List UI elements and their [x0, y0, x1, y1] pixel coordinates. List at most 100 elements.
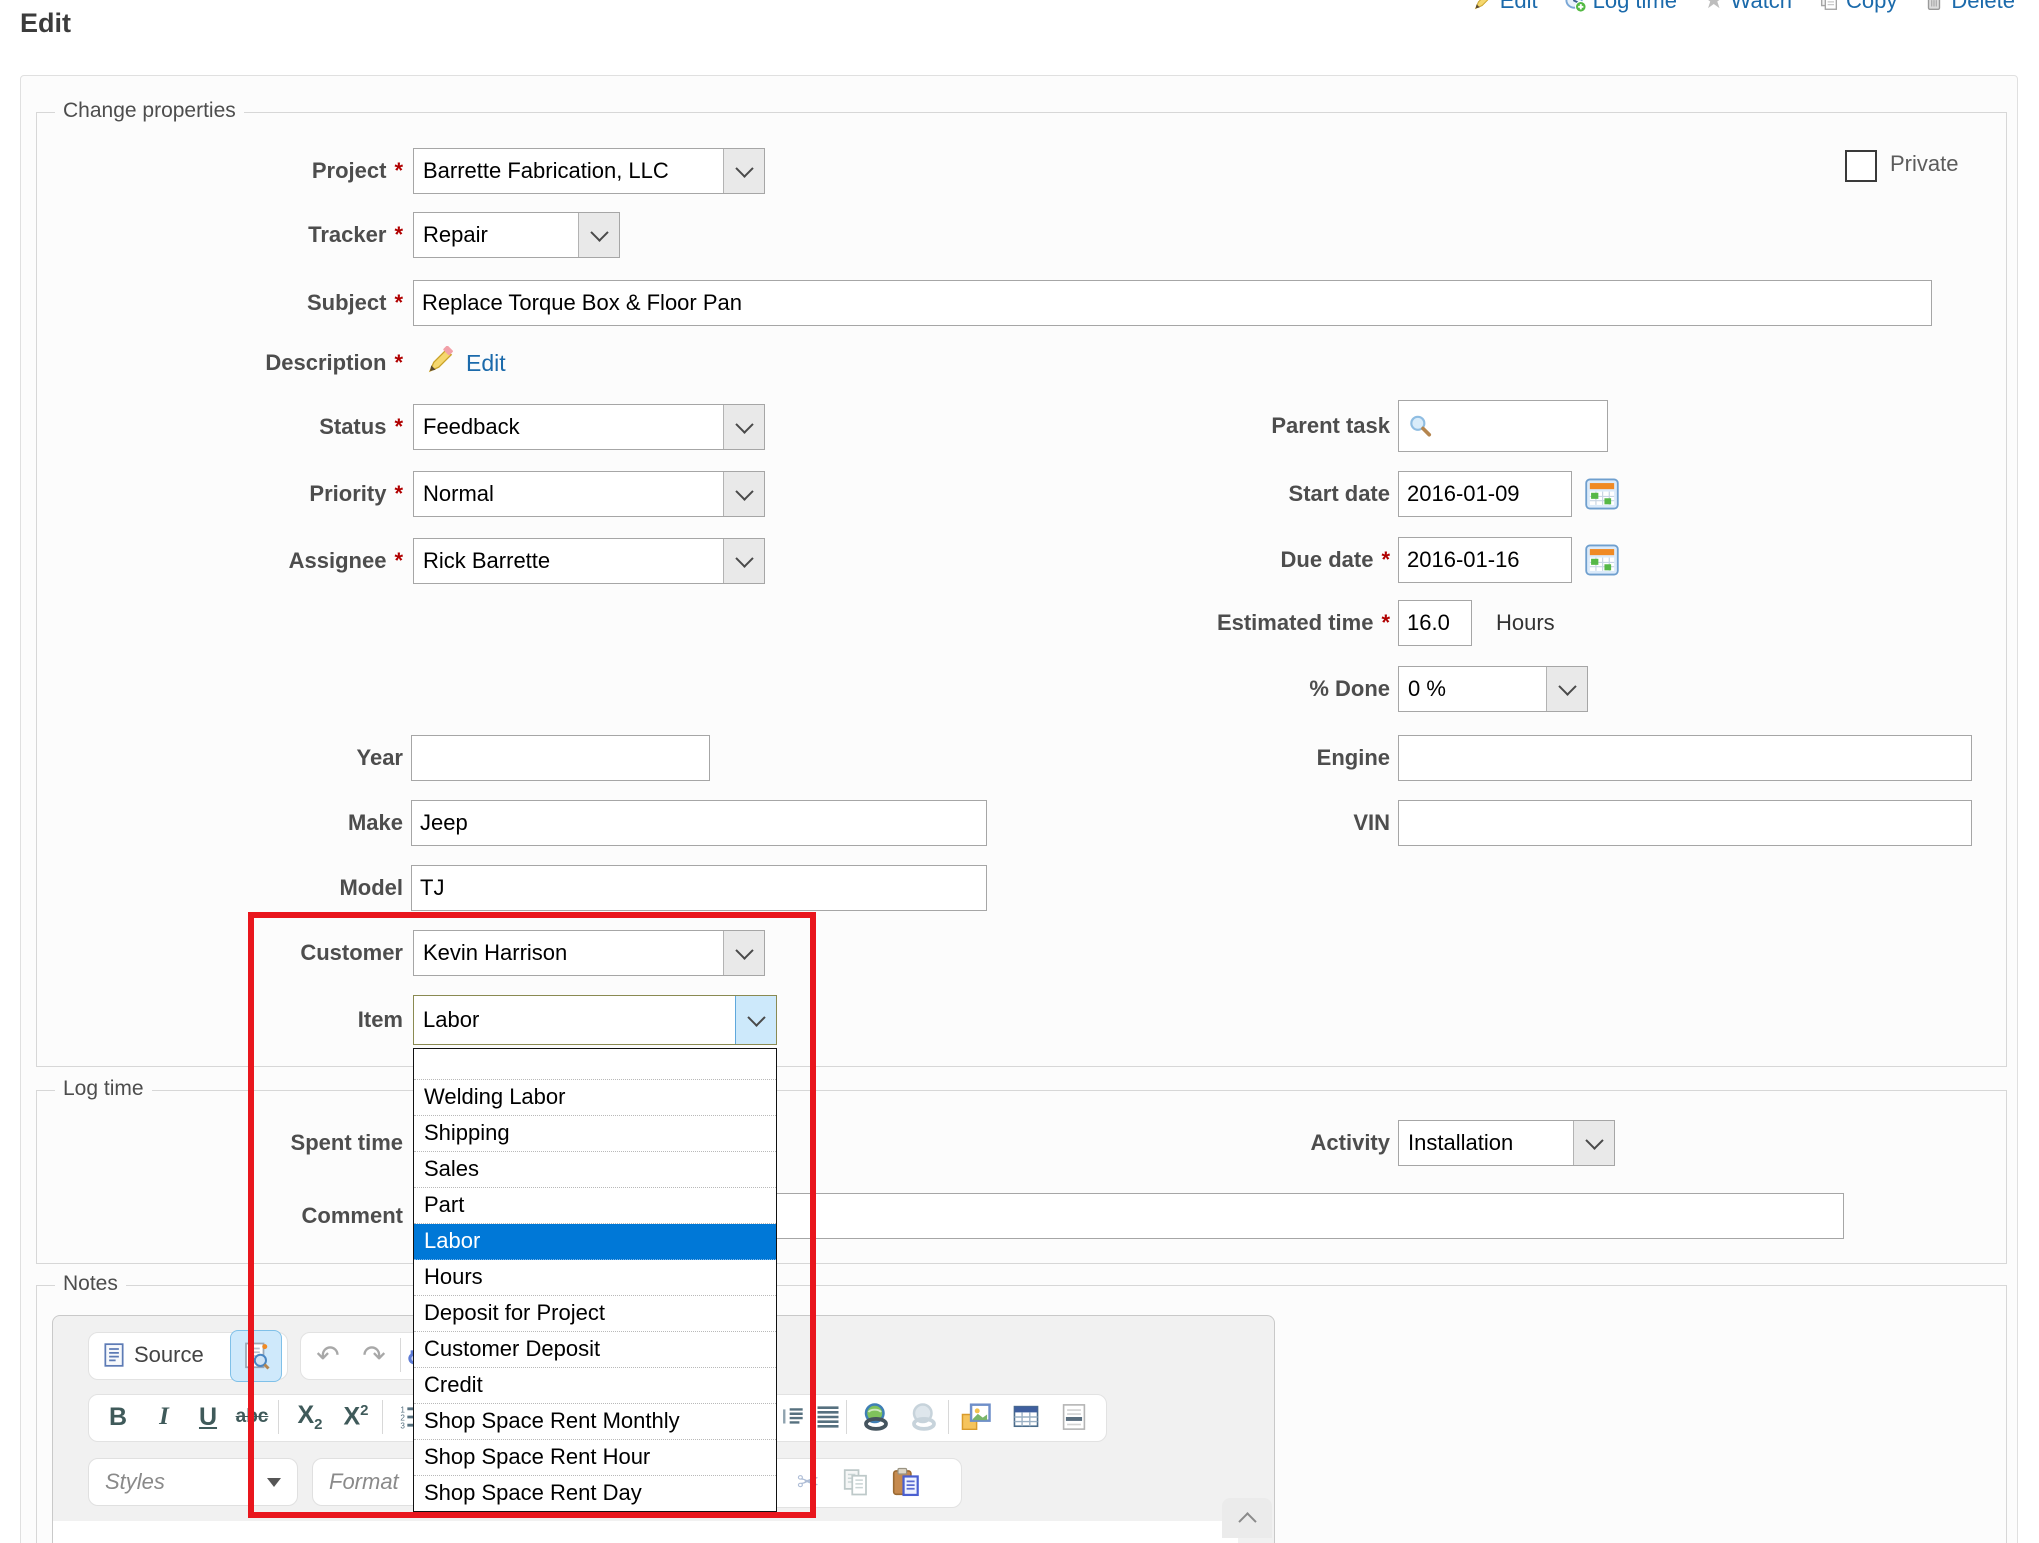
- undo-icon[interactable]: ↶: [306, 1333, 350, 1377]
- dropdown-option-selected[interactable]: Labor: [414, 1224, 776, 1260]
- year-label: Year: [60, 735, 403, 781]
- underline-icon[interactable]: U: [186, 1395, 230, 1439]
- description-edit-link[interactable]: Edit: [466, 345, 506, 381]
- start-date-input[interactable]: [1398, 471, 1572, 517]
- log-time-legend: Log time: [55, 1077, 152, 1101]
- percent-done-select[interactable]: 0 %: [1398, 666, 1588, 712]
- item-label: Item: [60, 995, 403, 1045]
- log-time-link[interactable]: Log time: [1564, 0, 1677, 14]
- dropdown-option[interactable]: Credit: [414, 1368, 776, 1404]
- chevron-down-icon: [578, 213, 619, 257]
- chevron-down-icon: [735, 996, 776, 1044]
- document-preview-icon[interactable]: [230, 1330, 282, 1382]
- subject-input[interactable]: [413, 280, 1932, 326]
- image-icon[interactable]: [954, 1395, 998, 1439]
- dropdown-option[interactable]: Shipping: [414, 1116, 776, 1152]
- model-input[interactable]: [411, 865, 987, 911]
- project-select[interactable]: Barrette Fabrication, LLC: [413, 148, 765, 194]
- delete-link-label: Delete: [1951, 0, 2015, 14]
- redo-icon[interactable]: ↷: [352, 1333, 396, 1377]
- copy-icon[interactable]: [834, 1460, 878, 1504]
- chevron-down-icon: [1546, 667, 1587, 711]
- chevron-down-icon: [723, 405, 764, 449]
- tracker-label: Tracker*: [60, 212, 403, 258]
- watch-link-label: Watch: [1731, 0, 1793, 14]
- activity-select[interactable]: Installation: [1398, 1120, 1615, 1166]
- watch-link[interactable]: ★ Watch: [1703, 0, 1792, 14]
- dropdown-option[interactable]: [414, 1049, 776, 1080]
- subject-label: Subject*: [60, 280, 403, 326]
- dropdown-option[interactable]: Hours: [414, 1260, 776, 1296]
- issue-edit-page: Edit Log time ★ Watch Copy Delete Edit: [0, 0, 2039, 1543]
- copy-icon: [1818, 0, 1840, 12]
- dropdown-option[interactable]: Sales: [414, 1152, 776, 1188]
- dropdown-option[interactable]: Welding Labor: [414, 1080, 776, 1116]
- priority-label: Priority*: [60, 471, 403, 517]
- trash-icon: [1923, 0, 1945, 12]
- dropdown-option[interactable]: Shop Space Rent Hour: [414, 1440, 776, 1476]
- bold-icon[interactable]: B: [96, 1395, 140, 1439]
- link-icon[interactable]: [854, 1395, 898, 1439]
- priority-select[interactable]: Normal: [413, 471, 765, 517]
- svg-text:3: 3: [400, 1422, 405, 1431]
- combo-arrow-icon: [267, 1478, 281, 1487]
- chevron-down-icon: [723, 472, 764, 516]
- subscript-icon[interactable]: X2: [288, 1395, 332, 1439]
- strikethrough-icon[interactable]: abc: [230, 1395, 274, 1439]
- tracker-select[interactable]: Repair: [413, 212, 620, 258]
- unlink-icon[interactable]: [902, 1395, 946, 1439]
- pencil-icon: [424, 345, 456, 377]
- collapse-toolbar-icon[interactable]: [1222, 1498, 1272, 1538]
- paste-icon[interactable]: [884, 1460, 928, 1504]
- status-select[interactable]: Feedback: [413, 404, 765, 450]
- editor-content-area[interactable]: [53, 1521, 1238, 1543]
- edit-link[interactable]: Edit: [1472, 0, 1538, 14]
- start-date-label: Start date: [1000, 471, 1390, 517]
- assignee-label: Assignee*: [60, 538, 403, 584]
- calendar-icon[interactable]: [1584, 476, 1620, 512]
- cut-icon[interactable]: ✂: [786, 1460, 830, 1504]
- hours-suffix: Hours: [1496, 600, 1555, 646]
- estimated-time-input[interactable]: [1398, 600, 1472, 646]
- make-label: Make: [60, 800, 403, 846]
- item-select[interactable]: Labor: [413, 995, 777, 1045]
- calendar-icon[interactable]: [1584, 542, 1620, 578]
- model-label: Model: [60, 865, 403, 911]
- chevron-down-icon: [1573, 1121, 1614, 1165]
- make-input[interactable]: [411, 800, 987, 846]
- dropdown-option[interactable]: Shop Space Rent Monthly: [414, 1404, 776, 1440]
- horizontal-rule-icon[interactable]: [1052, 1395, 1096, 1439]
- div-block-icon[interactable]: [806, 1395, 850, 1439]
- clock-add-icon: [1564, 0, 1587, 13]
- dropdown-option[interactable]: Customer Deposit: [414, 1332, 776, 1368]
- chevron-down-icon: [723, 931, 764, 975]
- source-button-label[interactable]: Source: [134, 1332, 204, 1378]
- table-icon[interactable]: [1004, 1395, 1048, 1439]
- estimated-time-label: Estimated time*: [1000, 600, 1390, 646]
- source-icon[interactable]: [92, 1333, 136, 1377]
- superscript-icon[interactable]: X2: [334, 1395, 378, 1439]
- edit-link-label: Edit: [1500, 0, 1538, 14]
- year-input[interactable]: [411, 735, 710, 781]
- vin-input[interactable]: [1398, 800, 1972, 846]
- italic-icon[interactable]: I: [142, 1395, 186, 1439]
- assignee-select[interactable]: Rick Barrette: [413, 538, 765, 584]
- due-date-input[interactable]: [1398, 537, 1572, 583]
- chevron-down-icon: [723, 149, 764, 193]
- project-label: Project*: [60, 148, 403, 194]
- dropdown-option[interactable]: Part: [414, 1188, 776, 1224]
- customer-select[interactable]: Kevin Harrison: [413, 930, 765, 976]
- private-checkbox[interactable]: [1845, 150, 1877, 182]
- log-time-link-label: Log time: [1593, 0, 1677, 14]
- dropdown-option[interactable]: Deposit for Project: [414, 1296, 776, 1332]
- engine-input[interactable]: [1398, 735, 1972, 781]
- comment-label: Comment: [60, 1193, 403, 1239]
- copy-link[interactable]: Copy: [1818, 0, 1897, 14]
- dropdown-option[interactable]: Shop Space Rent Day: [414, 1476, 776, 1511]
- activity-label: Activity: [1100, 1120, 1390, 1166]
- contextual-toolbar: Edit Log time ★ Watch Copy Delete: [1472, 0, 2015, 14]
- delete-link[interactable]: Delete: [1923, 0, 2015, 14]
- spent-time-label: Spent time: [60, 1120, 403, 1166]
- chevron-down-icon: [723, 539, 764, 583]
- styles-combo[interactable]: Styles: [88, 1458, 298, 1506]
